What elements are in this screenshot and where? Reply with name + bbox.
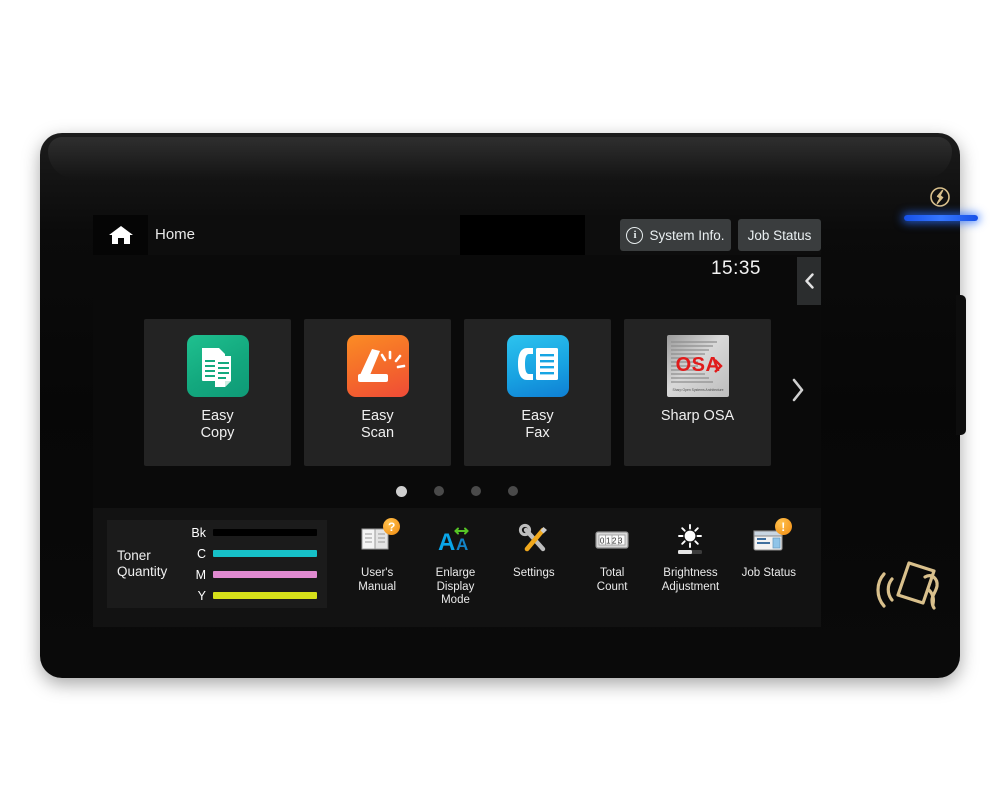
tool-label-users-manual: User's Manual xyxy=(358,567,397,593)
app-tile-easy-fax[interactable]: Easy Fax xyxy=(464,319,611,466)
brightness-adjustment-icon xyxy=(670,522,710,560)
toner-row-c: C xyxy=(189,547,317,561)
bottom-bar: Toner Quantity Bk C M Y ? User's Manual … xyxy=(93,508,821,627)
page-dot-3[interactable] xyxy=(471,486,481,496)
tool-brightness-adjustment[interactable]: Brightness Adjustment xyxy=(651,516,729,620)
toner-row-bk: Bk xyxy=(189,526,317,540)
system-info-button[interactable]: i System Info. xyxy=(620,219,731,251)
home-button[interactable] xyxy=(93,215,148,255)
app-label-sharp-osa: Sharp OSA xyxy=(660,408,735,424)
page-dot-1[interactable] xyxy=(396,485,407,497)
tool-total-count[interactable]: 0123 Total Count xyxy=(573,516,651,620)
page-indicator xyxy=(93,483,821,499)
touch-screen-panel: Home i System Info. Job Status 15:35 Eas… xyxy=(93,215,821,627)
users-manual-icon: ? xyxy=(357,518,401,560)
tool-label-settings: Settings xyxy=(513,567,555,579)
toner-quantity-label: Toner Quantity xyxy=(117,548,168,579)
next-page-button[interactable] xyxy=(783,370,813,410)
toner-bar-bk xyxy=(213,529,317,536)
panel-collapse-tab[interactable] xyxy=(797,257,821,305)
power-led-bar xyxy=(904,215,978,221)
easy-scan-icon xyxy=(346,335,409,397)
power-indicator-area xyxy=(885,185,997,231)
page-title: Home xyxy=(155,226,196,243)
tool-label-brightness-adjustment: Brightness Adjustment xyxy=(661,567,720,593)
toner-key-c: C xyxy=(196,546,206,561)
help-badge: ? xyxy=(383,518,401,535)
tool-shortcut-bar: ? User's Manual A A Enlarge Display Mode… xyxy=(338,516,808,620)
tool-settings[interactable]: Settings xyxy=(495,516,573,620)
info-circle-icon: i xyxy=(626,226,644,244)
status-message-window xyxy=(460,215,585,255)
app-label-easy-fax: Easy Fax xyxy=(521,408,554,441)
counter-digits: 0123 xyxy=(600,537,624,546)
settings-icon xyxy=(514,522,554,560)
toner-bar-y xyxy=(213,592,317,599)
app-label-easy-copy: Easy Copy xyxy=(200,408,235,441)
tool-enlarge-display-mode[interactable]: A A Enlarge Display Mode xyxy=(416,516,494,620)
tool-users-manual[interactable]: ? User's Manual xyxy=(338,516,416,620)
home-icon xyxy=(108,226,133,244)
app-tile-easy-scan[interactable]: Easy Scan xyxy=(304,319,451,466)
screenshot-root: Home i System Info. Job Status 15:35 Eas… xyxy=(0,0,1000,810)
job-status-icon: ! xyxy=(749,518,792,560)
chevron-right-icon xyxy=(792,378,804,402)
toner-key-bk: Bk xyxy=(191,525,206,540)
app-tile-sharp-osa[interactable]: OSA Sharp Open Systems Architecture Shar… xyxy=(624,319,771,466)
tool-label-job-status: Job Status xyxy=(741,567,796,579)
job-status-label: Job Status xyxy=(747,227,812,243)
page-dot-4[interactable] xyxy=(508,486,518,496)
app-tile-easy-copy[interactable]: Easy Copy xyxy=(144,319,291,466)
device-side-nub xyxy=(956,295,966,435)
toner-bar-c xyxy=(213,550,317,557)
system-info-label: System Info. xyxy=(649,227,725,243)
tool-job-status[interactable]: ! Job Status xyxy=(730,516,808,620)
alert-badge: ! xyxy=(774,518,792,535)
osa-caption: Sharp Open Systems Architecture xyxy=(672,388,723,392)
toner-quantity-panel[interactable]: Toner Quantity Bk C M Y xyxy=(107,520,327,608)
nfc-card-reader-icon[interactable] xyxy=(868,543,964,629)
toner-key-m: M xyxy=(195,567,206,582)
easy-copy-icon xyxy=(186,335,249,397)
app-label-easy-scan: Easy Scan xyxy=(360,408,395,441)
total-count-icon: 0123 xyxy=(592,522,632,560)
toner-key-y: Y xyxy=(197,588,206,603)
top-bar: Home i System Info. Job Status xyxy=(93,215,821,255)
toner-row-m: M xyxy=(189,568,317,582)
chevron-left-icon xyxy=(804,273,814,289)
job-status-button[interactable]: Job Status xyxy=(738,219,821,251)
toner-row-y: Y xyxy=(189,589,317,603)
easy-fax-icon xyxy=(506,335,569,397)
page-dot-2[interactable] xyxy=(434,486,444,496)
clock: 15:35 xyxy=(710,258,761,279)
device-gloss xyxy=(48,137,952,179)
toner-bars: Bk C M Y xyxy=(189,526,327,603)
enlarge-display-mode-icon: A A xyxy=(435,522,475,560)
sharp-osa-icon: OSA Sharp Open Systems Architecture xyxy=(666,335,729,397)
mfp-operation-panel-device: Home i System Info. Job Status 15:35 Eas… xyxy=(40,133,978,678)
svg-text:OSA: OSA xyxy=(675,354,720,376)
svg-text:A: A xyxy=(456,535,468,554)
svg-text:A: A xyxy=(438,529,455,556)
toner-bar-m xyxy=(213,571,317,578)
power-icon[interactable] xyxy=(928,185,952,209)
tool-label-total-count: Total Count xyxy=(596,567,628,593)
tool-label-enlarge-display-mode: Enlarge Display Mode xyxy=(435,567,476,606)
app-grid: Easy Copy Easy Scan Easy Fax OSA Sharp O… xyxy=(144,319,774,466)
